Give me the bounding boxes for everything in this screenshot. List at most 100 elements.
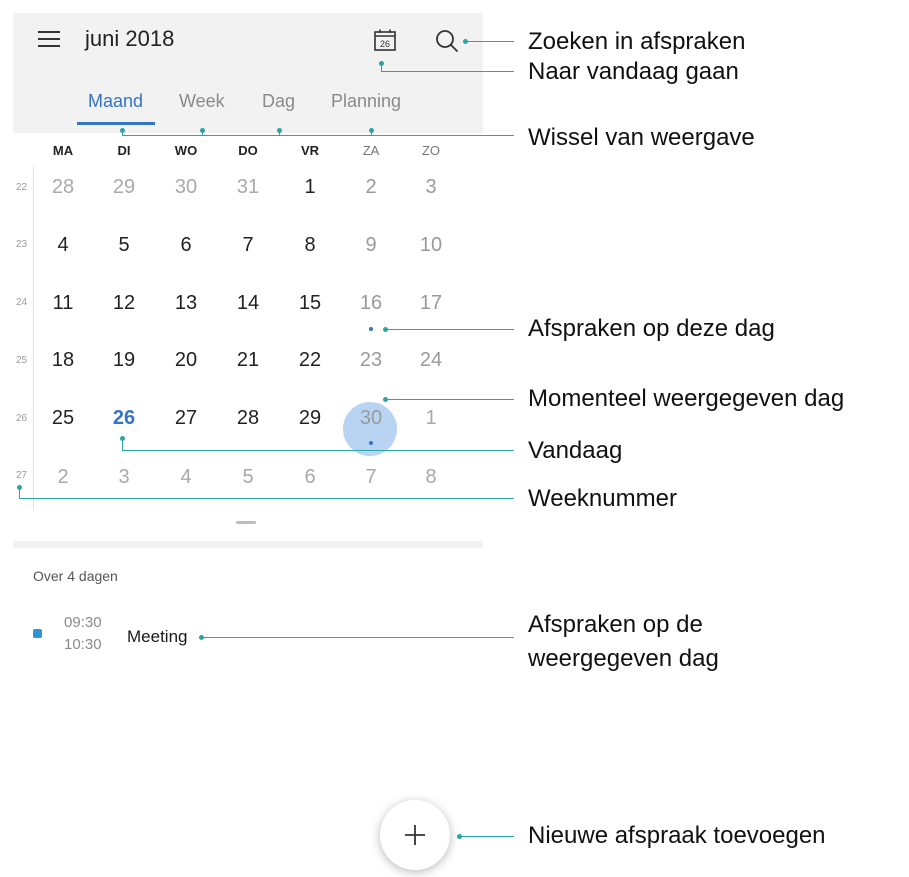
calendar-day[interactable]: 5 [225,466,271,489]
calendar-drag-handle[interactable] [236,521,256,524]
calendar-day[interactable]: 28 [225,407,271,430]
calendar-day[interactable]: 17 [408,292,454,315]
calendar-day[interactable]: 28 [40,176,86,199]
calendar-day[interactable]: 25 [40,407,86,430]
weekday-label: ZO [421,143,441,158]
calendar-day[interactable]: 15 [287,292,333,315]
calendar-day[interactable]: 3 [101,466,147,489]
calendar-day[interactable]: 20 [163,349,209,372]
week-number: 22 [16,182,28,193]
calendar-day[interactable]: 1 [287,176,333,199]
calendar-day[interactable]: 8 [408,466,454,489]
calendar-day[interactable]: 18 [40,349,86,372]
plus-icon [405,825,425,845]
calendar-day[interactable]: 2 [348,176,394,199]
month-title[interactable]: juni 2018 [85,26,174,52]
tab-planning[interactable]: Planning [331,91,401,112]
event-end-time: 10:30 [64,636,102,653]
calendar-day[interactable]: 3 [408,176,454,199]
calendar-day[interactable]: 4 [163,466,209,489]
calendar-day-today[interactable]: 26 [101,407,147,430]
callout-line [386,329,514,330]
calendar-day[interactable]: 1 [408,407,454,430]
callout-line [122,135,514,136]
calendar-day[interactable]: 29 [101,176,147,199]
callout-line [202,130,203,136]
calendar-day[interactable]: 14 [225,292,271,315]
calendar-day[interactable]: 22 [287,349,333,372]
callout-search: Zoeken in afspraken [528,28,746,55]
weekday-label: DO [238,143,258,158]
callout-add-event: Nieuwe afspraak toevoegen [528,822,826,849]
weekday-label: DI [117,143,131,158]
calendar-day[interactable]: 9 [348,234,394,257]
event-title[interactable]: Meeting [127,627,187,647]
calendar-day[interactable]: 19 [101,349,147,372]
weekday-label: MA [52,143,74,158]
tab-week[interactable]: Week [179,91,225,112]
week-number: 23 [16,239,28,250]
callout-events-on-day: Afspraken op deze dag [528,315,775,342]
callout-today: Naar vandaag gaan [528,58,739,85]
calendar-day[interactable]: 30 [163,176,209,199]
callout-vandaag: Vandaag [528,437,623,464]
callout-week-number: Weeknummer [528,485,677,512]
calendar-day[interactable]: 8 [287,234,333,257]
calendar-day[interactable]: 23 [348,349,394,372]
calendar-day-selected[interactable]: 30 [348,407,394,430]
calendar-day[interactable]: 24 [408,349,454,372]
active-tab-indicator [77,122,155,125]
calendar-day[interactable]: 5 [101,234,147,257]
callout-line [19,498,514,499]
app-header: juni 2018 26 Maand Week Dag Planning [13,13,483,133]
calendar-day[interactable]: 13 [163,292,209,315]
calendar-day[interactable]: 29 [287,407,333,430]
callout-line [122,130,123,136]
callout-line [386,399,514,400]
calendar-day[interactable]: 6 [287,466,333,489]
calendar-day[interactable]: 31 [225,176,271,199]
callout-line [460,836,514,837]
callout-line [381,71,514,72]
calendar-day[interactable]: 10 [408,234,454,257]
calendar-day[interactable]: 12 [101,292,147,315]
agenda-header: Over 4 dagen [33,568,118,584]
calendar-today-icon[interactable]: 26 [373,28,397,52]
calendar-day[interactable]: 2 [40,466,86,489]
calendar-divider [13,541,483,548]
week-number-divider [33,165,34,510]
calendar-day[interactable]: 7 [225,234,271,257]
week-number: 26 [16,413,28,424]
callout-switch-view: Wissel van weergave [528,124,755,151]
calendar-day[interactable]: 27 [163,407,209,430]
callout-line [466,41,514,42]
event-indicator-dot [369,441,373,445]
event-color-indicator [33,629,42,638]
tab-dag[interactable]: Dag [262,91,295,112]
calendar-day[interactable]: 16 [348,292,394,315]
tab-maand[interactable]: Maand [88,91,143,112]
callout-line [202,637,514,638]
callout-events-displayed-line2: weergegeven dag [528,645,719,672]
callout-line [279,130,280,136]
week-number: 25 [16,355,28,366]
callout-line [122,450,514,451]
callout-line [371,130,372,136]
week-number: 27 [16,470,28,481]
event-start-time: 09:30 [64,614,102,631]
calendar-day[interactable]: 6 [163,234,209,257]
callout-current-day: Momenteel weergegeven dag [528,385,845,412]
weekday-label: VR [300,143,320,158]
calendar-day[interactable]: 21 [225,349,271,372]
weekday-label: ZA [362,143,380,158]
callout-events-displayed-line1: Afspraken op de [528,611,703,638]
calendar-day[interactable]: 7 [348,466,394,489]
event-indicator-dot [369,327,373,331]
search-icon[interactable] [433,27,461,55]
today-icon-day: 26 [380,39,390,49]
add-event-button[interactable] [380,800,450,870]
calendar-day[interactable]: 11 [40,292,86,315]
calendar-day[interactable]: 4 [40,234,86,257]
weekday-label: WO [174,143,198,158]
menu-icon[interactable] [38,28,62,50]
